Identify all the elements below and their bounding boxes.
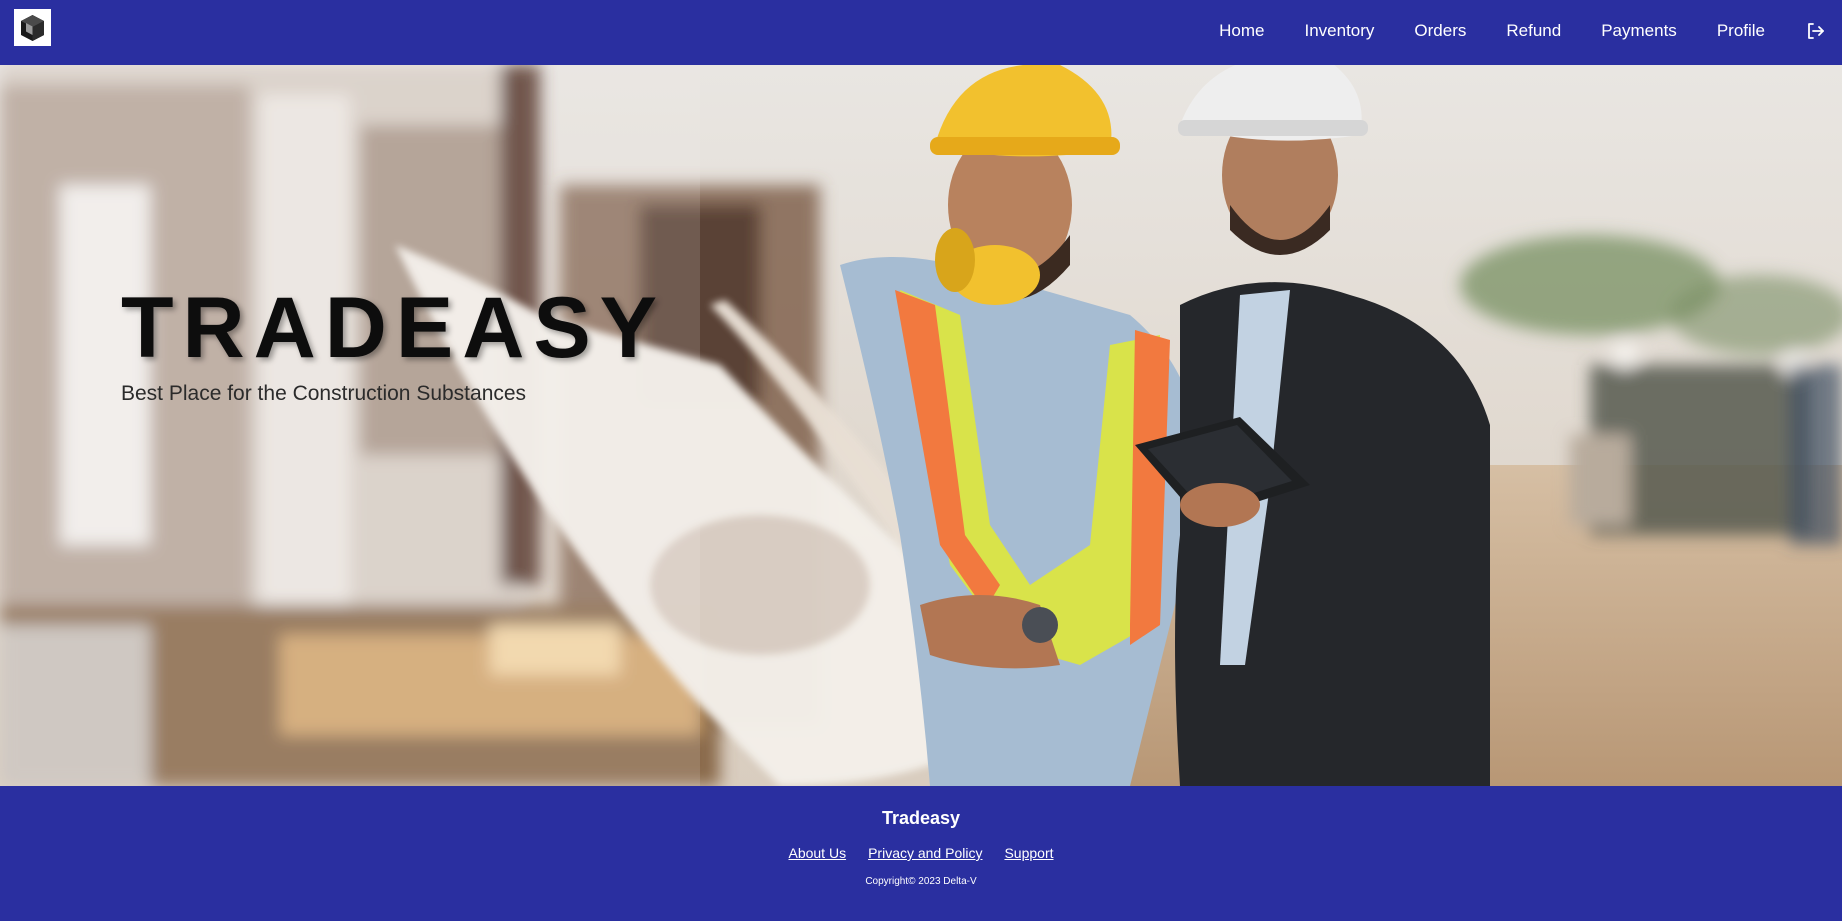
nav-payments-link[interactable]: Payments <box>1601 21 1677 41</box>
hero-title: TRADEASY <box>121 280 667 376</box>
footer-copyright: Copyright© 2023 Delta-V <box>865 876 977 887</box>
construction-workers-reviewing-blueprint-photo <box>0 65 1842 786</box>
nav-inventory-link[interactable]: Inventory <box>1304 21 1374 41</box>
footer-privacy-link[interactable]: Privacy and Policy <box>868 845 982 861</box>
nav-refund-link[interactable]: Refund <box>1506 21 1561 41</box>
nav-home-link[interactable]: Home <box>1219 21 1264 41</box>
nav-profile-link[interactable]: Profile <box>1717 21 1765 41</box>
nav-links: Home Inventory Orders Refund Payments Pr… <box>1219 0 1842 62</box>
navbar: Home Inventory Orders Refund Payments Pr… <box>0 0 1842 65</box>
cube-logo-icon[interactable] <box>14 9 51 46</box>
footer-links: About Us Privacy and Policy Support <box>0 845 1842 861</box>
footer-brand: Tradeasy <box>881 808 961 828</box>
hero-banner: TRADEASY Best Place for the Construction… <box>0 65 1842 786</box>
footer-support-link[interactable]: Support <box>1004 845 1053 861</box>
logout-icon[interactable] <box>1805 21 1825 41</box>
footer: Tradeasy About Us Privacy and Policy Sup… <box>0 786 1842 921</box>
nav-orders-link[interactable]: Orders <box>1414 21 1466 41</box>
hero-subtitle: Best Place for the Construction Substanc… <box>121 382 527 405</box>
footer-about-link[interactable]: About Us <box>788 845 846 861</box>
